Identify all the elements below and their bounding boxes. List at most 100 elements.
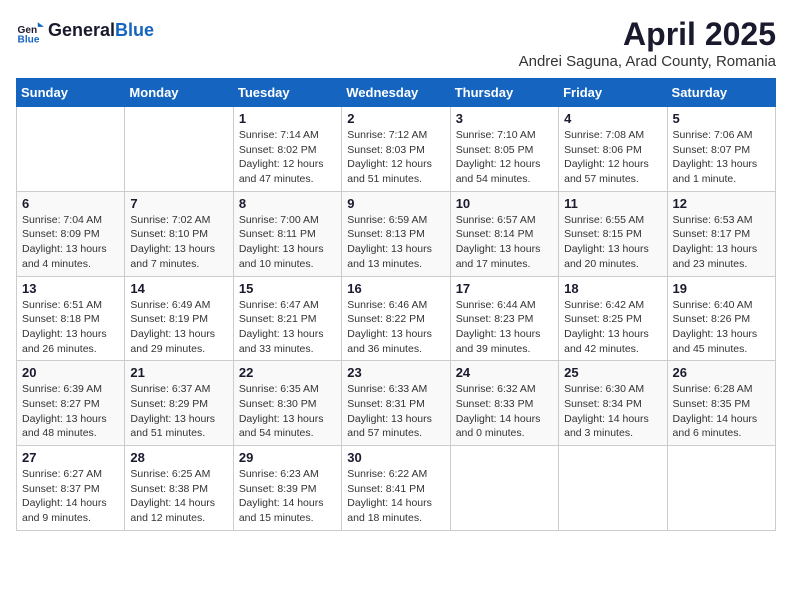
day-number: 11 [564,196,661,211]
day-number: 16 [347,281,444,296]
day-info: Sunrise: 6:51 AMSunset: 8:18 PMDaylight:… [22,298,119,357]
day-number: 6 [22,196,119,211]
day-info: Sunrise: 7:12 AMSunset: 8:03 PMDaylight:… [347,128,444,187]
day-info: Sunrise: 6:53 AMSunset: 8:17 PMDaylight:… [673,213,770,272]
calendar-cell: 4 Sunrise: 7:08 AMSunset: 8:06 PMDaylight… [559,107,667,192]
calendar-cell: 10 Sunrise: 6:57 AMSunset: 8:14 PMDayligh… [450,191,558,276]
calendar-cell: 3 Sunrise: 7:10 AMSunset: 8:05 PMDaylight… [450,107,558,192]
day-number: 29 [239,450,336,465]
calendar-cell: 26Sunrise: 6:28 AMSunset: 8:35 PMDayligh… [667,361,775,446]
calendar-cell: 28 Sunrise: 6:25 AMSunset: 8:38 PMDayligh… [125,446,233,531]
calendar-cell: 2 Sunrise: 7:12 AMSunset: 8:03 PMDaylight… [342,107,450,192]
weekday-header-sunday: Sunday [17,79,125,107]
calendar-cell: 1 Sunrise: 7:14 AMSunset: 8:02 PMDaylight… [233,107,341,192]
calendar-cell: 7Sunrise: 7:02 AMSunset: 8:10 PMDaylight… [125,191,233,276]
day-number: 15 [239,281,336,296]
day-number: 18 [564,281,661,296]
day-info: Sunrise: 7:08 AMSunset: 8:06 PMDaylight:… [564,128,661,187]
day-info: Sunrise: 6:30 AMSunset: 8:34 PMDaylight:… [564,382,661,441]
day-info: Sunrise: 6:23 AMSunset: 8:39 PMDaylight:… [239,467,336,526]
day-info: Sunrise: 6:35 AMSunset: 8:30 PMDaylight:… [239,382,336,441]
calendar-cell [125,107,233,192]
day-number: 2 [347,111,444,126]
week-row-3: 13Sunrise: 6:51 AMSunset: 8:18 PMDayligh… [17,276,776,361]
day-number: 4 [564,111,661,126]
day-number: 12 [673,196,770,211]
day-number: 22 [239,365,336,380]
day-info: Sunrise: 6:39 AMSunset: 8:27 PMDaylight:… [22,382,119,441]
calendar-cell: 15 Sunrise: 6:47 AMSunset: 8:21 PMDayligh… [233,276,341,361]
calendar-cell: 21 Sunrise: 6:37 AMSunset: 8:29 PMDayligh… [125,361,233,446]
calendar-cell: 8Sunrise: 7:00 AMSunset: 8:11 PMDaylight… [233,191,341,276]
calendar-cell: 19Sunrise: 6:40 AMSunset: 8:26 PMDayligh… [667,276,775,361]
logo-blue: Blue [115,20,154,40]
day-info: Sunrise: 7:02 AMSunset: 8:10 PMDaylight:… [130,213,227,272]
day-info: Sunrise: 6:27 AMSunset: 8:37 PMDaylight:… [22,467,119,526]
week-row-2: 6Sunrise: 7:04 AMSunset: 8:09 PMDaylight… [17,191,776,276]
calendar-cell: 9Sunrise: 6:59 AMSunset: 8:13 PMDaylight… [342,191,450,276]
day-number: 28 [130,450,227,465]
day-number: 20 [22,365,119,380]
calendar-cell: 27 Sunrise: 6:27 AMSunset: 8:37 PMDayligh… [17,446,125,531]
day-number: 21 [130,365,227,380]
weekday-header-monday: Monday [125,79,233,107]
day-number: 3 [456,111,553,126]
day-info: Sunrise: 6:46 AMSunset: 8:22 PMDaylight:… [347,298,444,357]
day-number: 25 [564,365,661,380]
weekday-header-row: SundayMondayTuesdayWednesdayThursdayFrid… [17,79,776,107]
calendar-cell [450,446,558,531]
calendar-cell: 30Sunrise: 6:22 AMSunset: 8:41 PMDayligh… [342,446,450,531]
day-info: Sunrise: 6:25 AMSunset: 8:38 PMDaylight:… [130,467,227,526]
day-number: 8 [239,196,336,211]
day-info: Sunrise: 7:06 AMSunset: 8:07 PMDaylight:… [673,128,770,187]
week-row-5: 27 Sunrise: 6:27 AMSunset: 8:37 PMDayligh… [17,446,776,531]
day-number: 5 [673,111,770,126]
day-info: Sunrise: 6:40 AMSunset: 8:26 PMDaylight:… [673,298,770,357]
svg-text:Blue: Blue [18,34,40,44]
weekday-header-thursday: Thursday [450,79,558,107]
day-info: Sunrise: 6:59 AMSunset: 8:13 PMDaylight:… [347,213,444,272]
day-number: 26 [673,365,770,380]
calendar-cell: 11Sunrise: 6:55 AMSunset: 8:15 PMDayligh… [559,191,667,276]
day-info: Sunrise: 6:49 AMSunset: 8:19 PMDaylight:… [130,298,227,357]
calendar-cell: 16 Sunrise: 6:46 AMSunset: 8:22 PMDayligh… [342,276,450,361]
month-title: April 2025 [519,16,776,53]
day-number: 10 [456,196,553,211]
day-info: Sunrise: 6:37 AMSunset: 8:29 PMDaylight:… [130,382,227,441]
calendar-cell: 13Sunrise: 6:51 AMSunset: 8:18 PMDayligh… [17,276,125,361]
day-info: Sunrise: 6:47 AMSunset: 8:21 PMDaylight:… [239,298,336,357]
day-info: Sunrise: 6:32 AMSunset: 8:33 PMDaylight:… [456,382,553,441]
day-number: 14 [130,281,227,296]
calendar-cell: 23 Sunrise: 6:33 AMSunset: 8:31 PMDayligh… [342,361,450,446]
page-header: Gen Blue GeneralBlue April 2025 Andrei S… [16,16,776,70]
day-info: Sunrise: 7:10 AMSunset: 8:05 PMDaylight:… [456,128,553,187]
weekday-header-saturday: Saturday [667,79,775,107]
calendar-cell [559,446,667,531]
calendar-cell [17,107,125,192]
weekday-header-friday: Friday [559,79,667,107]
calendar-cell: 22 Sunrise: 6:35 AMSunset: 8:30 PMDayligh… [233,361,341,446]
calendar-cell: 29 Sunrise: 6:23 AMSunset: 8:39 PMDayligh… [233,446,341,531]
logo: Gen Blue GeneralBlue [16,16,154,44]
day-info: Sunrise: 6:57 AMSunset: 8:14 PMDaylight:… [456,213,553,272]
calendar-cell: 18 Sunrise: 6:42 AMSunset: 8:25 PMDayligh… [559,276,667,361]
location-subtitle: Andrei Saguna, Arad County, Romania [519,53,776,70]
title-block: April 2025 Andrei Saguna, Arad County, R… [519,16,776,70]
calendar-cell: 6Sunrise: 7:04 AMSunset: 8:09 PMDaylight… [17,191,125,276]
day-number: 1 [239,111,336,126]
day-info: Sunrise: 7:14 AMSunset: 8:02 PMDaylight:… [239,128,336,187]
calendar-cell: 5 Sunrise: 7:06 AMSunset: 8:07 PMDaylight… [667,107,775,192]
week-row-4: 20 Sunrise: 6:39 AMSunset: 8:27 PMDayligh… [17,361,776,446]
day-number: 24 [456,365,553,380]
logo-icon: Gen Blue [16,16,44,44]
day-number: 23 [347,365,444,380]
week-row-1: 1 Sunrise: 7:14 AMSunset: 8:02 PMDaylight… [17,107,776,192]
day-info: Sunrise: 6:44 AMSunset: 8:23 PMDaylight:… [456,298,553,357]
day-info: Sunrise: 6:42 AMSunset: 8:25 PMDaylight:… [564,298,661,357]
day-info: Sunrise: 6:22 AMSunset: 8:41 PMDaylight:… [347,467,444,526]
day-number: 27 [22,450,119,465]
weekday-header-wednesday: Wednesday [342,79,450,107]
day-info: Sunrise: 6:33 AMSunset: 8:31 PMDaylight:… [347,382,444,441]
calendar-cell: 14 Sunrise: 6:49 AMSunset: 8:19 PMDayligh… [125,276,233,361]
day-number: 17 [456,281,553,296]
